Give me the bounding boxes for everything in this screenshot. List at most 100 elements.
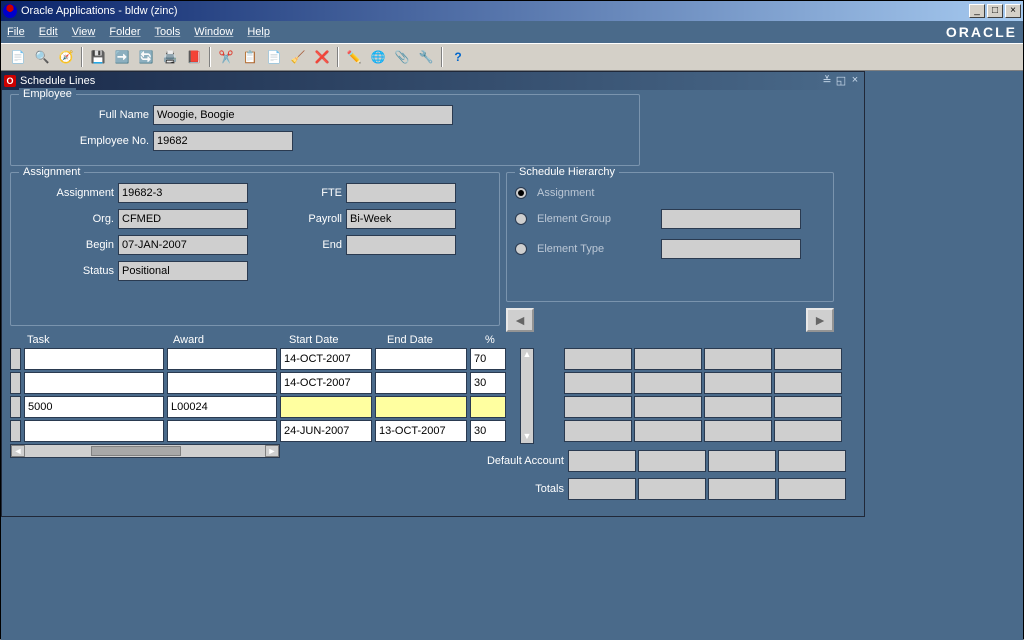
menu-folder[interactable]: Folder <box>109 26 140 38</box>
titlebar: Oracle Applications - bldw (zinc) _ □ × <box>1 1 1023 21</box>
row-handle[interactable] <box>10 372 21 394</box>
full-name-field[interactable] <box>153 105 453 125</box>
begin-field[interactable] <box>118 235 248 255</box>
end-cell[interactable] <box>375 372 467 394</box>
tb-delete-icon[interactable]: ❌ <box>311 46 333 68</box>
nav-next-button[interactable]: ► <box>806 308 834 332</box>
pct-cell[interactable] <box>470 396 506 418</box>
award-cell[interactable] <box>167 420 277 442</box>
radio-element-group[interactable] <box>515 213 527 225</box>
tb-next-icon[interactable]: ➡️ <box>111 46 133 68</box>
schedule-lines-window: O Schedule Lines ≚ ◱ × Employee Full Nam… <box>1 71 865 517</box>
org-field[interactable] <box>118 209 248 229</box>
tb-help-icon[interactable]: ? <box>447 46 469 68</box>
tb-clear-icon[interactable]: 🧹 <box>287 46 309 68</box>
default-account-1[interactable] <box>568 450 636 472</box>
full-name-label: Full Name <box>19 109 149 121</box>
tb-nav-icon[interactable]: 🧭 <box>55 46 77 68</box>
tb-copy-icon[interactable]: 📋 <box>239 46 261 68</box>
totals-2[interactable] <box>638 478 706 500</box>
emp-no-field[interactable] <box>153 131 293 151</box>
payroll-label: Payroll <box>252 213 342 225</box>
workspace: O Schedule Lines ≚ ◱ × Employee Full Nam… <box>1 71 1023 640</box>
maximize-button[interactable]: □ <box>987 4 1003 18</box>
employee-group: Employee Full Name Employee No. <box>10 94 640 166</box>
menu-file[interactable]: File <box>7 26 25 38</box>
window-title: Oracle Applications - bldw (zinc) <box>21 5 969 17</box>
status-field[interactable] <box>118 261 248 281</box>
default-account-label: Default Account <box>444 455 564 467</box>
hdr-start: Start Date <box>289 334 381 346</box>
inner-close-icon[interactable]: × <box>848 74 862 88</box>
end-field[interactable] <box>346 235 456 255</box>
task-cell[interactable] <box>24 372 164 394</box>
start-cell[interactable] <box>280 372 372 394</box>
end-cell[interactable] <box>375 396 467 418</box>
end-label: End <box>252 239 342 251</box>
element-group-field[interactable] <box>661 209 801 229</box>
start-cell[interactable] <box>280 420 372 442</box>
element-type-field[interactable] <box>661 239 801 259</box>
minimize-button[interactable]: _ <box>969 4 985 18</box>
menu-view[interactable]: View <box>72 26 96 38</box>
default-account-3[interactable] <box>708 450 776 472</box>
totals-1[interactable] <box>568 478 636 500</box>
radio-assignment[interactable] <box>515 187 527 199</box>
tb-new-icon[interactable]: 📄 <box>7 46 29 68</box>
menu-window[interactable]: Window <box>194 26 233 38</box>
tb-switch-icon[interactable]: 🔄 <box>135 46 157 68</box>
radio-element-group-label: Element Group <box>537 213 657 225</box>
start-cell[interactable] <box>280 396 372 418</box>
hdr-end: End Date <box>387 334 479 346</box>
assignment-field[interactable] <box>118 183 248 203</box>
radio-element-type[interactable] <box>515 243 527 255</box>
inner-restore-icon[interactable]: ◱ <box>834 74 848 88</box>
totals-3[interactable] <box>708 478 776 500</box>
app-window: Oracle Applications - bldw (zinc) _ □ × … <box>0 0 1024 639</box>
tb-paste-icon[interactable]: 📄 <box>263 46 285 68</box>
default-account-4[interactable] <box>778 450 846 472</box>
tb-save-icon[interactable]: 💾 <box>87 46 109 68</box>
row-handle[interactable] <box>10 396 21 418</box>
end-cell[interactable] <box>375 348 467 370</box>
radio-assignment-label: Assignment <box>537 187 594 199</box>
task-cell[interactable] <box>24 348 164 370</box>
toolbar: 📄 🔍 🧭 💾 ➡️ 🔄 🖨️ 📕 ✂️ 📋 📄 🧹 ❌ ✏️ 🌐 📎 🔧 ? <box>1 43 1023 71</box>
inner-minimize-icon[interactable]: ≚ <box>820 74 834 88</box>
pct-cell[interactable] <box>470 348 506 370</box>
payroll-field[interactable] <box>346 209 456 229</box>
table-body <box>10 348 520 444</box>
tb-attach-icon[interactable]: 📎 <box>391 46 413 68</box>
tb-print-icon[interactable]: 🖨️ <box>159 46 181 68</box>
close-button[interactable]: × <box>1005 4 1021 18</box>
start-cell[interactable] <box>280 348 372 370</box>
award-cell[interactable] <box>167 372 277 394</box>
award-cell[interactable] <box>167 348 277 370</box>
pct-cell[interactable] <box>470 420 506 442</box>
tb-close-icon[interactable]: 📕 <box>183 46 205 68</box>
nav-prev-button[interactable]: ◄ <box>506 308 534 332</box>
hscrollbar[interactable]: ◄ ► <box>10 444 280 458</box>
menu-edit[interactable]: Edit <box>39 26 58 38</box>
award-cell[interactable] <box>167 396 277 418</box>
default-account-2[interactable] <box>638 450 706 472</box>
task-cell[interactable] <box>24 396 164 418</box>
tb-translate-icon[interactable]: 🌐 <box>367 46 389 68</box>
menu-help[interactable]: Help <box>247 26 270 38</box>
tb-edit-icon[interactable]: ✏️ <box>343 46 365 68</box>
tb-tools-icon[interactable]: 🔧 <box>415 46 437 68</box>
totals-4[interactable] <box>778 478 846 500</box>
vscrollbar[interactable]: ▲ ▼ <box>520 348 534 444</box>
pct-cell[interactable] <box>470 372 506 394</box>
tb-cut-icon[interactable]: ✂️ <box>215 46 237 68</box>
end-cell[interactable] <box>375 420 467 442</box>
employee-legend: Employee <box>19 88 76 100</box>
java-icon <box>3 4 17 18</box>
menu-tools[interactable]: Tools <box>155 26 181 38</box>
tb-find-icon[interactable]: 🔍 <box>31 46 53 68</box>
fte-field[interactable] <box>346 183 456 203</box>
row-handle[interactable] <box>10 348 21 370</box>
fte-label: FTE <box>252 187 342 199</box>
row-handle[interactable] <box>10 420 21 442</box>
task-cell[interactable] <box>24 420 164 442</box>
